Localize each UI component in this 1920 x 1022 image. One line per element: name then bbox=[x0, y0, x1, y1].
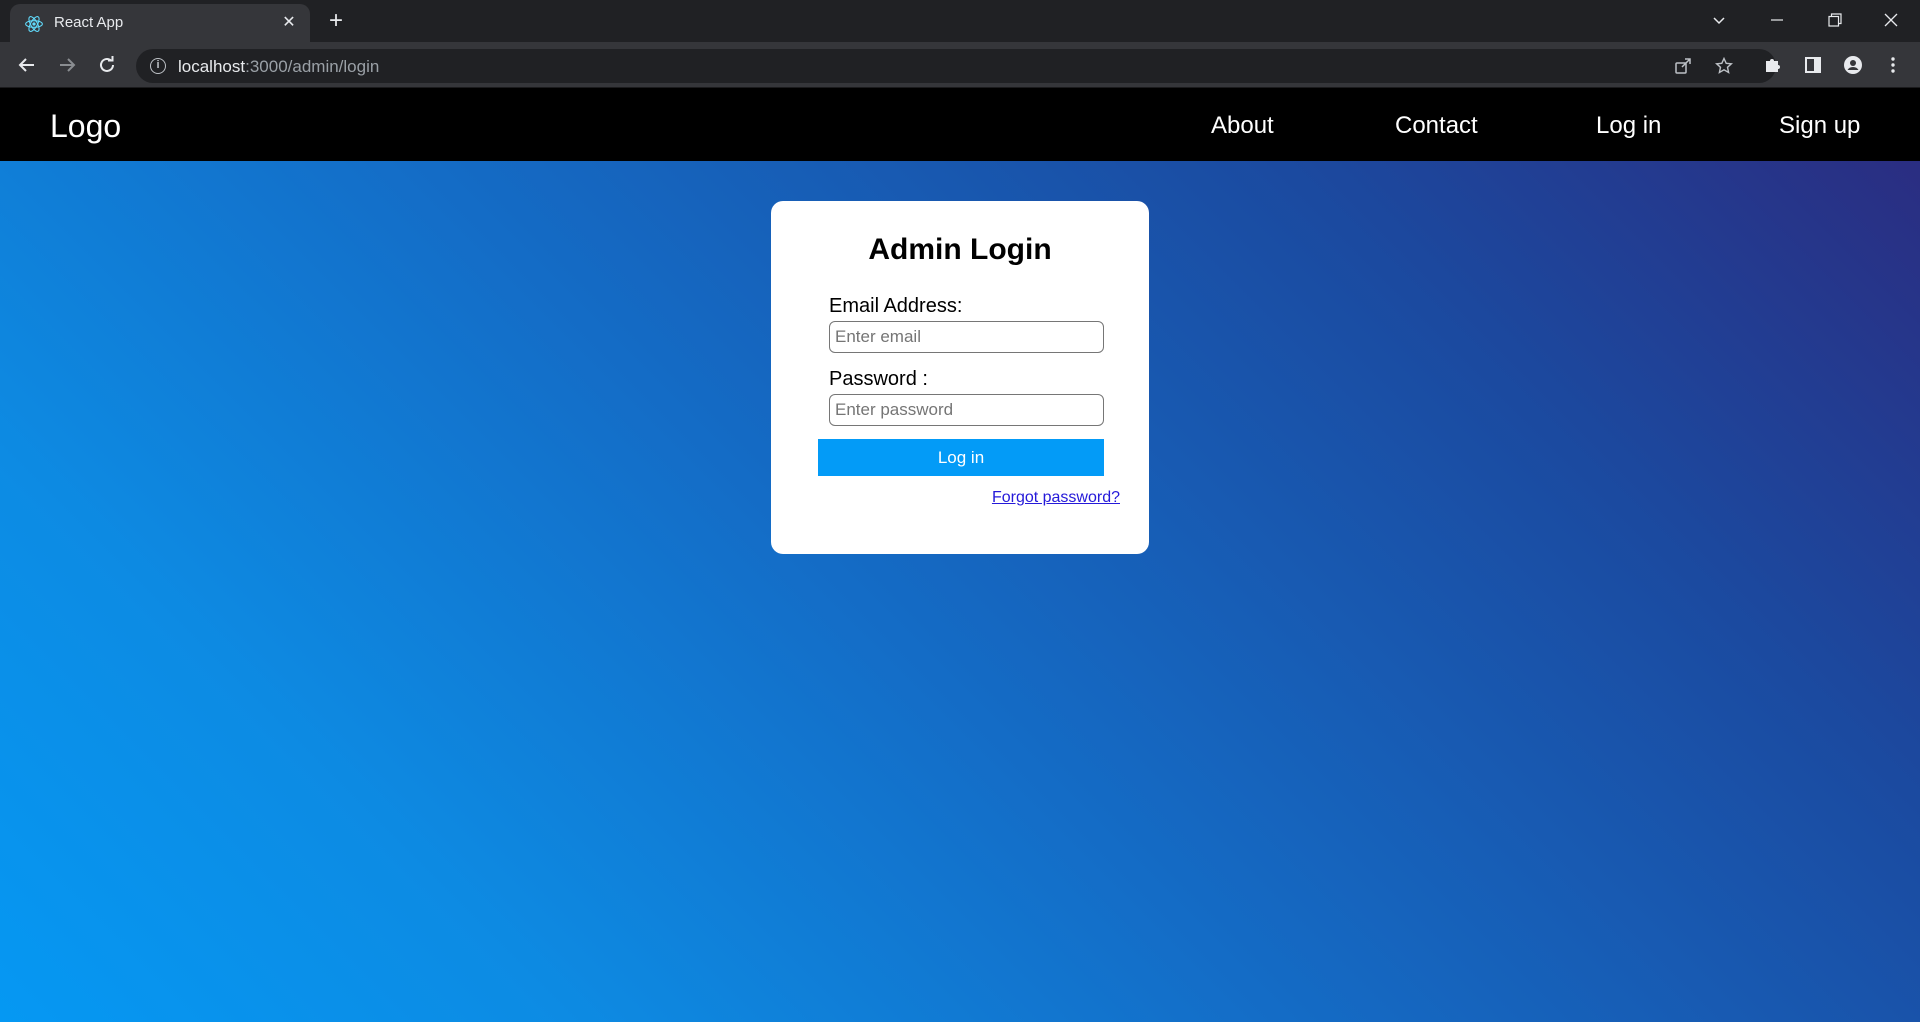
share-icon[interactable] bbox=[1672, 55, 1694, 77]
close-window-button[interactable] bbox=[1862, 0, 1920, 40]
back-arrow-icon bbox=[18, 58, 34, 72]
login-button[interactable]: Log in bbox=[818, 439, 1104, 476]
password-label: Password : bbox=[829, 368, 928, 390]
reload-button[interactable] bbox=[92, 50, 122, 80]
side-panel-icon[interactable] bbox=[1800, 52, 1826, 78]
site-logo[interactable]: Logo bbox=[50, 108, 121, 145]
forgot-password-link[interactable]: Forgot password? bbox=[992, 489, 1120, 507]
browser-tab[interactable]: React App ✕ bbox=[10, 4, 310, 42]
restore-icon bbox=[1828, 13, 1842, 27]
page-viewport: Logo About Contact Log in Sign up Admin … bbox=[0, 88, 1920, 1022]
page-title: Admin Login bbox=[868, 233, 1052, 266]
new-tab-button[interactable]: + bbox=[322, 8, 350, 36]
address-bar[interactable]: i localhost:3000/admin/login bbox=[136, 49, 1776, 83]
password-field[interactable] bbox=[829, 394, 1104, 426]
star-icon[interactable] bbox=[1713, 55, 1735, 77]
restore-button[interactable] bbox=[1806, 0, 1864, 40]
tab-search-button[interactable] bbox=[1690, 0, 1748, 40]
reload-icon bbox=[100, 56, 114, 72]
info-icon[interactable]: i bbox=[150, 58, 166, 74]
tab-close-icon[interactable]: ✕ bbox=[278, 12, 300, 34]
nav-link-signup[interactable]: Sign up bbox=[1779, 112, 1860, 140]
minimize-icon bbox=[1771, 19, 1783, 21]
email-field[interactable] bbox=[829, 321, 1104, 353]
forward-arrow-icon bbox=[60, 58, 76, 72]
url-text[interactable]: localhost:3000/admin/login bbox=[178, 57, 379, 77]
nav-link-contact[interactable]: Contact bbox=[1395, 112, 1478, 140]
url-host: localhost bbox=[178, 57, 246, 76]
kebab-menu-icon[interactable] bbox=[1880, 52, 1906, 78]
back-button[interactable] bbox=[12, 50, 42, 80]
browser-tab-strip: React App ✕ + bbox=[0, 0, 1920, 42]
react-icon bbox=[25, 16, 43, 32]
nav-link-about[interactable]: About bbox=[1211, 112, 1274, 140]
minimize-button[interactable] bbox=[1748, 0, 1806, 40]
close-icon bbox=[1884, 13, 1898, 27]
forward-button[interactable] bbox=[52, 50, 82, 80]
browser-toolbar: i localhost:3000/admin/login bbox=[0, 42, 1920, 88]
chevron-down-icon bbox=[1713, 17, 1725, 25]
site-navbar: Logo About Contact Log in Sign up bbox=[0, 88, 1920, 161]
puzzle-icon[interactable] bbox=[1760, 52, 1786, 78]
url-path: :3000/admin/login bbox=[245, 57, 380, 76]
tab-title: React App bbox=[54, 14, 124, 31]
email-label: Email Address: bbox=[829, 295, 963, 317]
nav-link-login[interactable]: Log in bbox=[1596, 112, 1661, 140]
login-card: Admin Login Email Address: Password : Lo… bbox=[771, 201, 1149, 554]
profile-icon[interactable] bbox=[1840, 52, 1866, 78]
